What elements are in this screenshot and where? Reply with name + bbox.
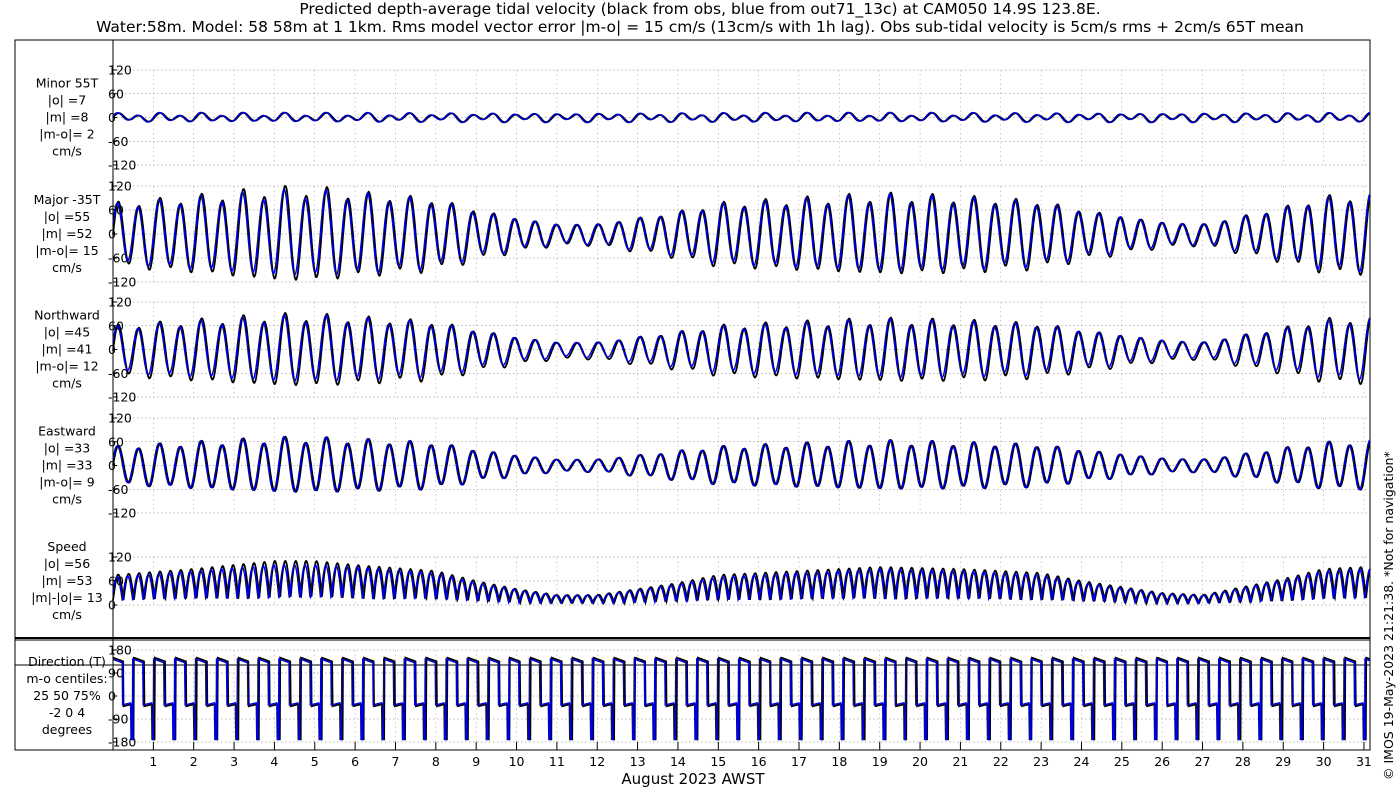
x-tick-label: 10 (509, 754, 525, 769)
x-tick-label: 28 (1235, 754, 1251, 769)
panel-label-major: Major -35T (34, 192, 101, 207)
y-tick-label-major: -120 (108, 275, 136, 290)
series-line-obs-direction (112, 656, 1371, 741)
y-tick-label-major: 0 (108, 227, 116, 242)
x-tick-label: 27 (1195, 754, 1211, 769)
y-tick-label-speed: 120 (108, 550, 132, 565)
x-tick-label: 30 (1316, 754, 1332, 769)
x-tick-label: 5 (311, 754, 319, 769)
x-tick-label: 7 (391, 754, 399, 769)
panel-label-northward: |m-o|= 12 (35, 359, 98, 374)
x-tick-label: 8 (432, 754, 440, 769)
x-tick-label: 31 (1356, 754, 1372, 769)
x-tick-label: 19 (872, 754, 888, 769)
y-tick-label-northward: -120 (108, 390, 136, 405)
x-tick-label: 1 (149, 754, 157, 769)
panel-label-speed: cm/s (52, 607, 82, 622)
panel-label-speed: |o| =56 (44, 556, 90, 571)
y-tick-label-minor: -60 (108, 134, 128, 149)
panel-label-speed: |m| =53 (42, 573, 93, 588)
panel-label-direction: -2 0 4 (49, 705, 85, 720)
x-tick-label: 24 (1074, 754, 1090, 769)
y-tick-label-minor: 60 (108, 86, 124, 101)
x-tick-label: 21 (952, 754, 968, 769)
panel-label-minor: cm/s (52, 144, 82, 159)
panel-label-northward: cm/s (52, 376, 82, 391)
panel-label-direction: Direction (T) (28, 654, 106, 669)
panel-label-major: cm/s (52, 260, 82, 275)
panel-label-speed: |m|-|o|= 13 (31, 590, 103, 605)
tidal-velocity-chart: 120600-60-120Minor 55T|o| =7|m| =8|m-o|=… (14, 39, 1372, 788)
y-tick-label-direction: 180 (108, 643, 132, 658)
y-tick-label-eastward: -60 (108, 482, 128, 497)
y-tick-label-direction: 0 (108, 689, 116, 704)
x-tick-label: 2 (190, 754, 198, 769)
x-tick-label: 20 (912, 754, 928, 769)
panel-label-eastward: |o| =33 (44, 441, 90, 456)
panel-label-eastward: cm/s (52, 492, 82, 507)
panel-label-northward: Northward (34, 308, 100, 323)
panel-label-direction: degrees (42, 722, 92, 737)
panel-label-major: |m-o|= 15 (35, 243, 98, 258)
x-tick-label: 4 (270, 754, 278, 769)
x-tick-label: 15 (710, 754, 726, 769)
x-tick-label: 18 (831, 754, 847, 769)
x-tick-label: 26 (1154, 754, 1170, 769)
x-tick-label: 25 (1114, 754, 1130, 769)
x-tick-label: 29 (1275, 754, 1291, 769)
panel-label-eastward: |m-o|= 9 (39, 475, 94, 490)
panel-label-northward: |m| =41 (42, 342, 93, 357)
y-tick-label-northward: 120 (108, 295, 132, 310)
x-tick-label: 6 (351, 754, 359, 769)
y-tick-label-minor: -120 (108, 158, 136, 173)
x-tick-label: 9 (472, 754, 480, 769)
panel-label-minor: |o| =7 (48, 93, 86, 108)
panel-label-minor: |m| =8 (46, 110, 89, 125)
x-tick-label: 16 (751, 754, 767, 769)
panel-label-major: |o| =55 (44, 209, 90, 224)
series-line-obs-major (112, 185, 1371, 281)
x-tick-label: 3 (230, 754, 238, 769)
y-tick-label-eastward: -120 (108, 506, 136, 521)
panel-label-direction: 25 50 75% (33, 688, 101, 703)
y-tick-label-minor: 120 (108, 63, 132, 78)
series-line-obs-northward (112, 311, 1371, 387)
panel-label-eastward: |m| =33 (42, 458, 93, 473)
panel-label-minor: |m-o|= 2 (39, 127, 94, 142)
panel-label-minor: Minor 55T (36, 76, 99, 91)
x-tick-label: 13 (630, 754, 646, 769)
x-tick-label: 14 (670, 754, 686, 769)
panel-label-major: |m| =52 (42, 226, 93, 241)
x-tick-label: 17 (791, 754, 807, 769)
y-tick-label-northward: 0 (108, 342, 116, 357)
y-tick-label-speed: 0 (108, 598, 116, 613)
x-tick-label: 22 (993, 754, 1009, 769)
y-tick-label-minor: 0 (108, 110, 116, 125)
panel-label-eastward: Eastward (38, 424, 96, 439)
x-axis-label: August 2023 AWST (621, 770, 765, 788)
x-tick-label: 23 (1033, 754, 1049, 769)
y-tick-label-eastward: 120 (108, 411, 132, 426)
panel-label-direction: m-o centiles: (26, 671, 107, 686)
panel-label-speed: Speed (47, 539, 86, 554)
x-tick-label: 12 (589, 754, 605, 769)
y-tick-label-direction: -90 (108, 712, 128, 727)
series-line-obs-eastward (112, 435, 1371, 493)
y-tick-label-major: 120 (108, 179, 132, 194)
panel-label-northward: |o| =45 (44, 325, 90, 340)
x-tick-label: 11 (549, 754, 565, 769)
credit-text: © IMOS 19-May-2023 21:21:38. *Not for na… (1381, 451, 1396, 780)
